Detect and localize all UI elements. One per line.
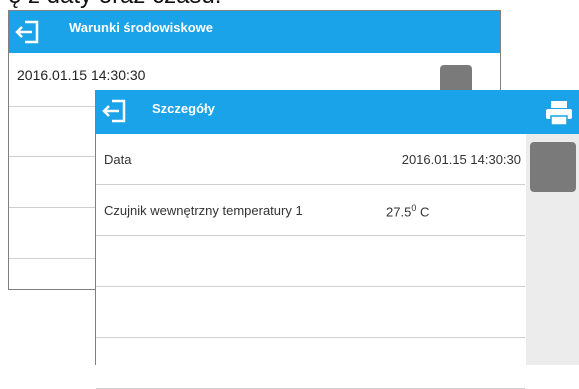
back-titlebar: Warunki środowiskowe xyxy=(9,11,500,53)
details-row-empty xyxy=(96,236,525,287)
divider xyxy=(9,258,95,259)
details-row-empty xyxy=(96,287,525,338)
exit-arrow-icon[interactable] xyxy=(102,98,132,124)
details-list: Data 2016.01.15 14:30:30 Czujnik wewnętr… xyxy=(96,134,525,389)
divider xyxy=(9,207,95,208)
divider xyxy=(9,156,95,157)
exit-arrow-icon[interactable] xyxy=(15,19,45,45)
caption-text: ę z daty oraz czasu. xyxy=(8,0,221,10)
details-row-empty xyxy=(96,338,525,389)
row-value: 2016.01.15 14:30:30 xyxy=(401,152,521,167)
back-list-item[interactable]: 2016.01.15 14:30:30 xyxy=(17,67,145,83)
details-row-temperature[interactable]: Czujnik wewnętrzny temperatury 1 27.50 C xyxy=(96,185,525,236)
details-row-date[interactable]: Data 2016.01.15 14:30:30 xyxy=(96,134,525,185)
details-window-title: Szczegóły xyxy=(152,101,215,116)
divider xyxy=(9,106,95,107)
back-window-title: Warunki środowiskowe xyxy=(69,20,213,35)
row-label: Data xyxy=(104,152,132,167)
details-titlebar: Szczegóły xyxy=(96,90,579,134)
scrollbar-thumb[interactable] xyxy=(530,142,576,192)
scrollbar-track[interactable] xyxy=(526,134,579,365)
details-window: Szczegóły Data 2016.01.15 14:30:30 Czujn… xyxy=(95,90,579,389)
temperature-value: 27.50 C xyxy=(386,203,430,220)
printer-icon[interactable] xyxy=(544,100,574,126)
row-label: Czujnik wewnętrzny temperatury 1 xyxy=(104,203,303,218)
